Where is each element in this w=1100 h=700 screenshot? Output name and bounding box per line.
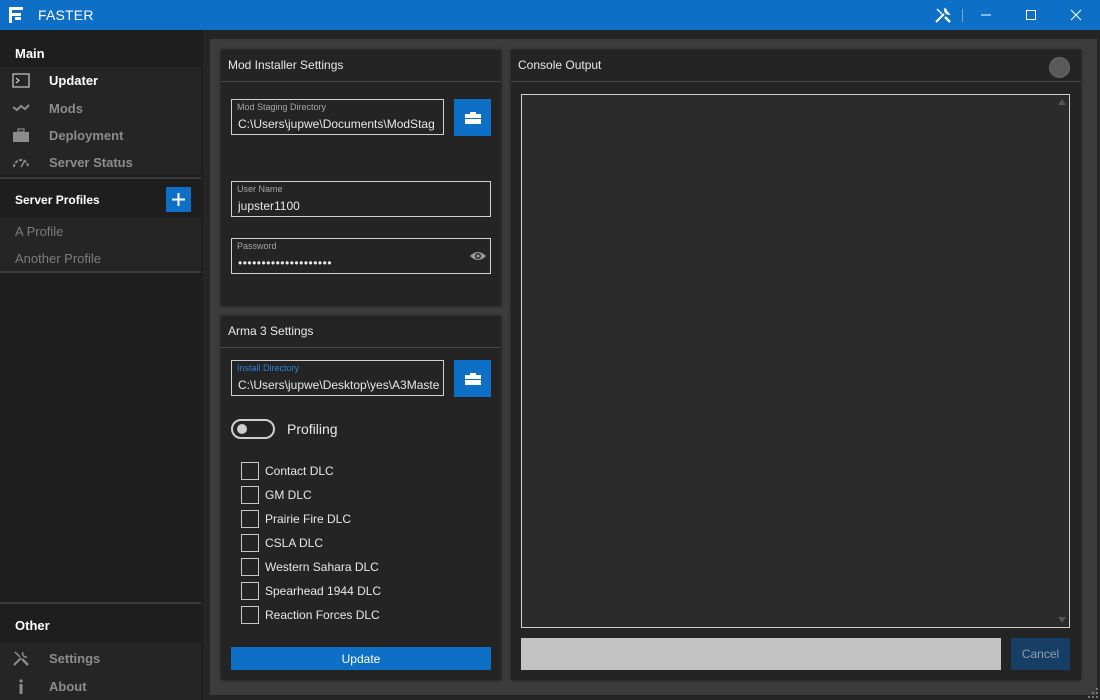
profiling-toggle[interactable] [231,419,275,439]
checkbox[interactable] [241,582,259,600]
title-bar: FASTER [0,0,1100,30]
checkbox-label: Spearhead 1944 DLC [265,584,382,598]
sidebar-divider [0,177,201,179]
panel-title: Mod Installer Settings [228,58,344,72]
sidebar-item-deployment[interactable]: Deployment [0,122,201,149]
toggle-knob [237,424,247,434]
tools-button[interactable] [921,0,965,30]
username-field[interactable]: User Name jupster1100 [231,181,491,217]
checkbox-label: Prairie Fire DLC [265,512,352,526]
sidebar-item-server-status[interactable]: Server Status [0,149,201,176]
dlc-checkbox-contact[interactable]: Contact DLC [241,462,334,480]
profile-item-a-profile[interactable]: A Profile [15,224,63,239]
field-label: Mod Staging Directory [237,102,327,112]
sidebar-item-mods[interactable]: Mods [0,95,201,122]
profiling-label: Profiling [287,421,338,437]
password-field[interactable]: Password •••••••••••••••••••• [231,238,491,274]
dlc-checkbox-reaction-forces[interactable]: Reaction Forces DLC [241,606,380,624]
checkbox-label: GM DLC [265,488,312,502]
sidebar-item-label: About [49,679,87,694]
checkbox-label: CSLA DLC [265,536,324,550]
field-label: User Name [237,184,283,194]
scroll-up-arrow[interactable] [1058,99,1066,105]
profile-item-another-profile[interactable]: Another Profile [15,251,101,266]
sidebar-item-label: Deployment [49,128,124,143]
checkbox[interactable] [241,510,259,528]
dlc-checkbox-csla[interactable]: CSLA DLC [241,534,323,552]
checkbox[interactable] [241,534,259,552]
sidebar-divider [0,602,201,604]
maximize-button[interactable] [1009,0,1053,30]
sidebar: Main Updater Mods Deployment Server Stat… [0,30,203,700]
terminal-icon [12,73,30,88]
window-title: FASTER [38,7,94,23]
sidebar-item-about[interactable]: About [0,673,201,700]
sidebar-item-label: Updater [49,73,99,88]
update-button[interactable]: Update [231,647,491,670]
sidebar-item-settings[interactable]: Settings [0,645,201,672]
close-button[interactable] [1054,0,1098,30]
close-icon [1070,9,1082,21]
briefcase-icon [13,128,29,142]
plus-icon [172,193,185,206]
maximize-icon [1026,10,1036,20]
panel-divider [221,347,501,348]
dlc-checkbox-spearhead-1944[interactable]: Spearhead 1944 DLC [241,582,381,600]
sidebar-divider [0,271,201,273]
checkbox-label: Western Sahara DLC [265,560,379,574]
dlc-checkbox-western-sahara[interactable]: Western Sahara DLC [241,558,379,576]
sidebar-item-label: Mods [49,101,83,116]
field-value: jupster1100 [238,199,300,213]
sidebar-item-label: Server Status [49,155,133,170]
checkbox[interactable] [241,462,259,480]
field-label: Password [237,241,277,251]
field-label: Install Directory [237,363,300,373]
field-value: C:\Users\jupwe\Desktop\yes\A3Maste [238,378,439,392]
scroll-down-arrow[interactable] [1058,617,1066,623]
sidebar-item-updater[interactable]: Updater [0,67,201,94]
field-value: C:\Users\jupwe\Documents\ModStag [238,117,435,131]
console-output[interactable] [521,94,1070,628]
checkbox[interactable] [241,558,259,576]
tools-icon [13,651,29,666]
dlc-checkbox-gm[interactable]: GM DLC [241,486,312,504]
dlc-checkbox-prairie-fire[interactable]: Prairie Fire DLC [241,510,351,528]
browse-install-button[interactable] [454,360,491,397]
checkbox-label: Contact DLC [265,464,334,478]
other-header: Other [15,618,50,633]
sidebar-item-label: Settings [49,651,101,666]
tools-icon [935,7,951,23]
panel-title: Console Output [518,58,602,72]
status-indicator [1049,57,1070,78]
minimize-button[interactable] [964,0,1008,30]
folder-icon [464,111,481,124]
folder-icon [464,372,481,385]
resize-grip-icon[interactable] [1088,688,1098,698]
faster-logo-icon [9,7,23,23]
install-directory-field[interactable]: Install Directory C:\Users\jupwe\Desktop… [231,360,444,396]
checkbox[interactable] [241,606,259,624]
panel-divider [511,81,1081,82]
gauge-icon [13,159,29,168]
browse-staging-button[interactable] [454,99,491,136]
main-header: Main [15,46,45,61]
mod-staging-directory-field[interactable]: Mod Staging Directory C:\Users\jupwe\Doc… [231,99,444,135]
checkbox-label: Reaction Forces DLC [265,608,380,622]
server-profiles-header: Server Profiles [15,193,100,207]
minimize-icon [981,14,991,16]
titlebar-separator [962,9,963,22]
panel-divider [221,81,501,82]
add-profile-button[interactable] [166,187,191,212]
mods-icon [12,104,30,112]
panel-title: Arma 3 Settings [228,324,314,338]
checkbox[interactable] [241,486,259,504]
field-value: •••••••••••••••••••• [238,256,333,270]
cancel-button[interactable]: Cancel [1011,638,1070,670]
info-icon [19,679,23,694]
progress-bar [521,638,1001,670]
eye-icon[interactable] [469,250,487,262]
